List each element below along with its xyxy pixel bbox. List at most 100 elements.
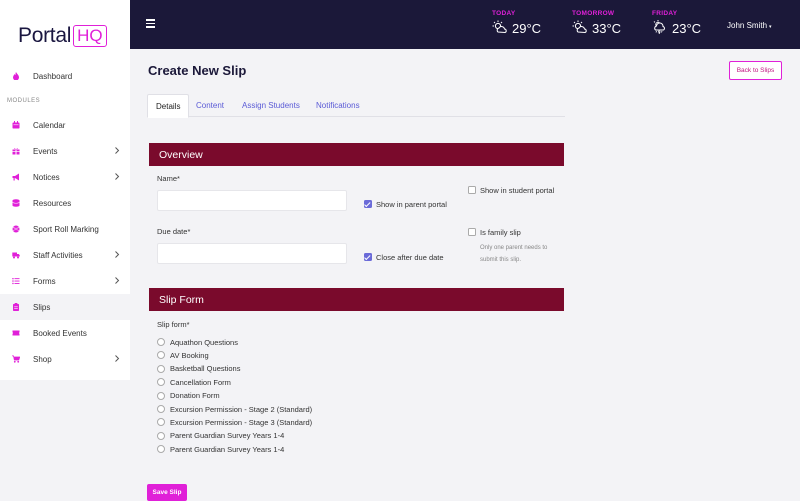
megaphone-icon — [12, 173, 20, 181]
sidebar-item-label: Forms — [33, 276, 56, 286]
page-title: Create New Slip — [148, 63, 247, 78]
slip-form-option-label: Aquathon Questions — [170, 337, 238, 347]
weather-day: TOMORROW — [572, 10, 615, 17]
slip-form-option-label: Donation Form — [170, 391, 220, 401]
weather-temp: 23°C — [672, 20, 702, 36]
sidebar-item-label: Sport Roll Marking — [33, 224, 99, 234]
radio-button[interactable] — [157, 378, 165, 387]
sidebar-item-shop[interactable]: Shop — [0, 346, 130, 372]
due-date-label: Due date* — [157, 227, 191, 236]
sidebar-item-staff-activities[interactable]: Staff Activities — [0, 242, 130, 268]
tab-content[interactable]: Content — [188, 94, 232, 117]
chevron-right-icon — [115, 251, 120, 258]
sidebar-item-label: Events — [33, 146, 58, 156]
sidebar-item-label: Notices — [33, 172, 60, 182]
slip-form-heading: Slip Form — [149, 288, 564, 311]
slip-form-option[interactable]: Basketball Questions — [157, 363, 240, 375]
sidebar-item-sport-roll-marking[interactable]: Sport Roll Marking — [0, 216, 130, 242]
sidebar-item-slips[interactable]: Slips — [0, 294, 130, 320]
overview-heading: Overview — [149, 143, 564, 166]
tab-bar: Details Content Assign Students Notifica… — [147, 94, 565, 118]
sidebar-item-label: Resources — [33, 198, 72, 208]
is-family-slip-checkbox[interactable] — [468, 228, 476, 236]
sidebar-item-dashboard[interactable]: Dashboard — [0, 63, 130, 89]
weather-day: FRIDAY — [652, 10, 678, 17]
tab-assign-students[interactable]: Assign Students — [234, 94, 308, 117]
slip-form-option-label: Excursion Permission - Stage 2 (Standard… — [170, 404, 313, 414]
family-slip-hint: Only one parent needs to submit this sli… — [480, 245, 548, 263]
chevron-right-icon — [115, 173, 120, 180]
show-parent-portal-label: Show in parent portal — [376, 200, 447, 209]
radio-button[interactable] — [157, 338, 165, 346]
due-date-field[interactable] — [157, 243, 347, 264]
tab-details[interactable]: Details — [147, 94, 190, 118]
slip-form-option[interactable]: Excursion Permission - Stage 2 (Standard… — [157, 403, 312, 415]
slip-form-label: Slip form* — [157, 320, 190, 329]
radio-button[interactable] — [157, 445, 165, 454]
hamburger-menu-icon[interactable] — [146, 19, 155, 28]
show-student-portal-label: Show in student portal — [480, 186, 555, 195]
slip-form-option[interactable]: AV Booking — [157, 349, 209, 361]
weather-friday: FRIDAY 23°C — [652, 10, 701, 36]
show-student-portal-checkbox[interactable] — [468, 186, 476, 194]
partly-sunny-icon — [492, 20, 512, 36]
ball-icon — [12, 225, 20, 233]
radio-button[interactable] — [157, 431, 165, 440]
slip-form-option[interactable]: Aquathon Questions — [157, 336, 238, 348]
list-icon — [12, 277, 20, 285]
back-to-slips-button[interactable]: Back to Slips — [729, 61, 782, 80]
slip-form-option-label: Cancellation Form — [170, 377, 231, 387]
sidebar-item-events[interactable]: Events — [0, 138, 130, 164]
portalhq-logo[interactable]: Portal HQ — [18, 24, 107, 48]
radio-button[interactable] — [157, 364, 165, 373]
radio-button[interactable] — [157, 391, 165, 400]
name-field[interactable] — [157, 190, 347, 211]
slip-form-option-label: AV Booking — [170, 350, 209, 360]
sidebar-item-resources[interactable]: Resources — [0, 190, 130, 216]
radio-button[interactable] — [157, 405, 165, 413]
logo-text: Portal — [18, 24, 72, 47]
slip-form-option[interactable]: Cancellation Form — [157, 376, 231, 388]
sidebar-item-forms[interactable]: Forms — [0, 268, 130, 294]
slip-form-option-label: Excursion Permission - Stage 3 (Standard… — [170, 417, 313, 427]
sidebar-item-label: Staff Activities — [33, 250, 83, 260]
database-icon — [12, 199, 20, 207]
clipboard-icon — [12, 303, 20, 311]
sidebar-item-label: Dashboard — [33, 71, 73, 81]
sidebar-item-label: Shop — [33, 354, 52, 364]
gift-icon — [12, 147, 20, 155]
weather-today: TODAY 29°C — [492, 10, 541, 36]
topbar: TODAY 29°C TOMORROW 33°C FRIDAY 23°C John Smi… — [130, 0, 800, 49]
thunderstorm-icon — [652, 20, 672, 36]
truck-icon — [12, 251, 20, 259]
slip-form-option-label: Basketball Questions — [170, 364, 241, 374]
save-slip-button[interactable]: Save Slip — [147, 484, 187, 501]
slip-form-option[interactable]: Excursion Permission - Stage 3 (Standard… — [157, 416, 312, 428]
radio-button[interactable] — [157, 351, 165, 360]
weather-tomorrow: TOMORROW 33°C — [572, 10, 621, 36]
radio-button[interactable] — [157, 418, 165, 427]
chevron-down-icon: ▾ — [769, 24, 772, 30]
sidebar-item-booked-events[interactable]: Booked Events — [0, 320, 130, 346]
slip-form-option[interactable]: Donation Form — [157, 390, 220, 402]
name-label: Name* — [157, 174, 180, 183]
user-menu[interactable]: John Smith ▾ — [727, 21, 772, 30]
sidebar-item-calendar[interactable]: Calendar — [0, 112, 130, 138]
tab-notifications[interactable]: Notifications — [308, 94, 368, 117]
calendar-icon — [12, 121, 20, 129]
fire-icon — [12, 72, 20, 80]
slip-form-option-label: Parent Guardian Survey Years 1-4 — [170, 444, 285, 454]
sidebar-item-label: Slips — [33, 302, 51, 312]
slip-form-option-label: Parent Guardian Survey Years 1-4 — [170, 431, 285, 441]
slip-form-option[interactable]: Parent Guardian Survey Years 1-4 — [157, 430, 284, 442]
chevron-right-icon — [115, 277, 120, 284]
slip-form-option[interactable]: Parent Guardian Survey Years 1-4 — [157, 443, 284, 455]
is-family-slip-label: Is family slip — [480, 228, 521, 237]
partly-sunny-icon — [572, 20, 592, 36]
weather-day: TODAY — [492, 10, 516, 17]
close-after-due-checkbox[interactable] — [364, 253, 372, 261]
show-parent-portal-checkbox[interactable] — [364, 200, 372, 208]
chevron-right-icon — [115, 147, 120, 154]
weather-temp: 29°C — [512, 20, 542, 36]
sidebar-item-notices[interactable]: Notices — [0, 164, 130, 190]
